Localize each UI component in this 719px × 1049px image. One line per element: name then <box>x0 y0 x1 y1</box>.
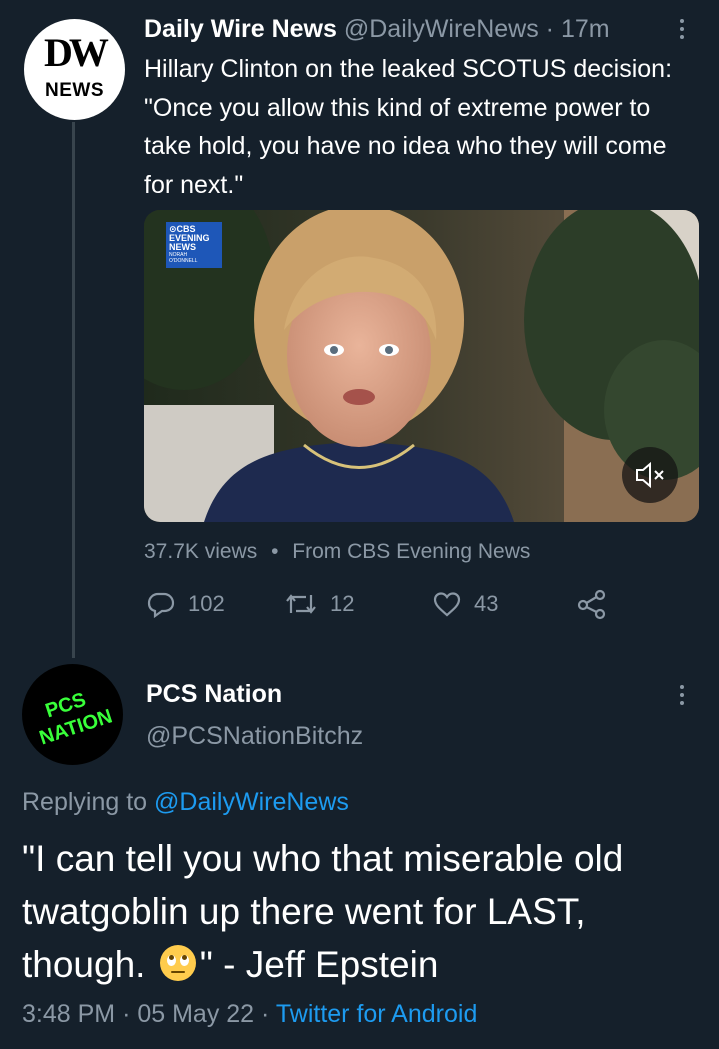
more-options-icon[interactable] <box>672 680 692 710</box>
like-count: 43 <box>474 591 499 616</box>
avatar-logo-text: DW <box>44 30 109 75</box>
video-player[interactable]: ⊙CBS EVENING NEWS NORAH O'DONNELL <box>144 210 699 522</box>
reply-tweet-text: "I can tell you who that miserable old t… <box>22 832 712 991</box>
tweet-actions: 102 12 43 <box>144 588 624 620</box>
video-source: From CBS Evening News <box>292 540 531 563</box>
pcs-nation-logo: PCS NATION <box>37 689 115 750</box>
avatar-logo-subtext: NEWS <box>45 80 104 101</box>
retweet-count: 12 <box>330 591 355 616</box>
tweet-client[interactable]: Twitter for Android <box>276 1000 477 1028</box>
avatar-pcs-nation[interactable]: PCS NATION <box>22 664 123 765</box>
reply-count: 102 <box>188 591 225 616</box>
timestamp[interactable]: 17m <box>561 15 610 43</box>
meta-separator-1: · <box>122 1000 131 1028</box>
more-options-icon[interactable] <box>672 14 692 44</box>
view-count-row: 37.7K views • From CBS Evening News <box>144 538 530 566</box>
reply-icon <box>147 592 175 619</box>
retweet-button[interactable]: 12 <box>284 588 354 620</box>
reply-text-part2: " - Jeff Epstein <box>199 944 439 985</box>
views-dot: • <box>271 540 279 563</box>
replying-to: Replying to @DailyWireNews <box>22 786 349 818</box>
heart-icon <box>433 592 461 617</box>
share-icon <box>577 589 606 620</box>
thread-connector-line <box>72 122 75 658</box>
tweet-time[interactable]: 3:48 PM <box>22 1000 115 1028</box>
unmute-button[interactable] <box>622 447 678 503</box>
tweet-meta: 3:48 PM · 05 May 22 · Twitter for Androi… <box>22 998 477 1030</box>
display-name[interactable]: Daily Wire News <box>144 15 337 43</box>
meta-separator-2: · <box>261 1000 270 1028</box>
separator: · <box>545 15 554 43</box>
replying-to-link[interactable]: @DailyWireNews <box>154 788 349 816</box>
speaker-muted-icon <box>636 461 664 489</box>
share-button[interactable] <box>576 588 620 620</box>
reply-button[interactable]: 102 <box>146 588 225 620</box>
display-name[interactable]: PCS Nation <box>146 678 282 710</box>
face-with-rolling-eyes-icon <box>159 945 196 981</box>
handle[interactable]: @DailyWireNews <box>344 15 539 43</box>
video-frame <box>144 210 699 522</box>
tweet-text: Hillary Clinton on the leaked SCOTUS dec… <box>144 55 673 199</box>
logo-text-3: NEWS <box>169 242 196 252</box>
cbs-evening-news-logo: ⊙CBS EVENING NEWS NORAH O'DONNELL <box>166 222 222 268</box>
retweet-icon <box>286 594 316 614</box>
like-button[interactable]: 43 <box>432 588 498 620</box>
tweet-header: Daily Wire News @DailyWireNews · 17m <box>144 14 610 44</box>
tweet-date[interactable]: 05 May 22 <box>137 1000 254 1028</box>
handle[interactable]: @PCSNationBitchz <box>146 720 363 752</box>
view-count: 37.7K views <box>144 540 258 563</box>
avatar-daily-wire[interactable]: DW NEWS <box>24 19 125 120</box>
logo-text-5: O'DONNELL <box>169 258 198 264</box>
replying-prefix: Replying to <box>22 788 148 816</box>
